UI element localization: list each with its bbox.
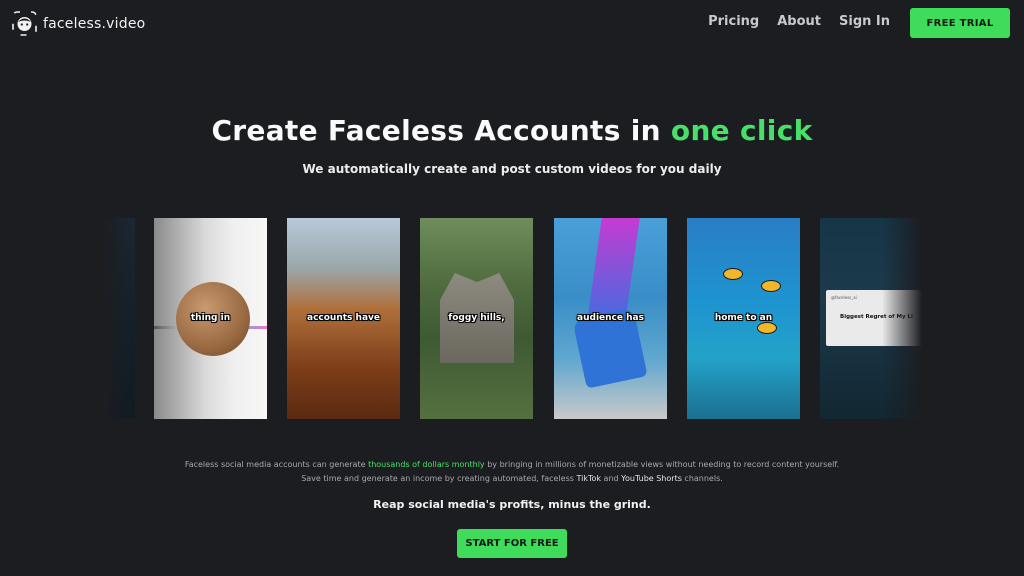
carousel-fade-left (102, 218, 142, 420)
nav-links: Pricing About Sign In (708, 14, 890, 29)
start-for-free-button[interactable]: START FOR FREE (457, 529, 567, 558)
top-nav: faceless.video Pricing About Sign In FRE… (0, 0, 1024, 46)
desc-part3: channels. (681, 474, 723, 483)
tagline: Reap social media's profits, minus the g… (373, 498, 651, 511)
desc-part1: Faceless social media accounts can gener… (184, 460, 369, 469)
nav-link-about[interactable]: About (777, 14, 821, 29)
video-caption: audience has (577, 313, 644, 323)
video-card-4[interactable]: audience has (554, 218, 667, 419)
logo-text: faceless.video (43, 15, 146, 32)
fish-shape (723, 268, 743, 280)
nav-link-pricing[interactable]: Pricing (708, 14, 759, 29)
video-carousel[interactable]: thing in accounts have foggy hills, audi… (102, 218, 922, 420)
video-card-3[interactable]: foggy hills, (420, 218, 533, 419)
hero-title: Create Faceless Accounts in one click (0, 114, 1024, 147)
free-trial-button[interactable]: FREE TRIAL (910, 8, 1010, 38)
desc-youtube: YouTube Shorts (621, 474, 682, 483)
desc-tiktok: TikTok (576, 474, 602, 483)
video-card-1[interactable]: thing in (154, 218, 267, 419)
video-caption: foggy hills, (448, 313, 505, 323)
video-card-2[interactable]: accounts have (287, 218, 400, 419)
video-card-5[interactable]: home to an (687, 218, 800, 419)
fish-shape (757, 322, 777, 334)
video-caption: thing in (190, 313, 231, 323)
desc-accent: thousands of dollars monthly (368, 460, 485, 469)
popup-username: @faceless_ai (831, 295, 857, 300)
hero-title-main: Create Faceless Accounts in (211, 114, 671, 147)
video-caption: home to an (714, 313, 773, 323)
logo[interactable]: faceless.video (12, 11, 145, 36)
carousel-fade-right (882, 218, 922, 420)
hero-title-accent: one click (670, 114, 813, 147)
fish-shape (761, 280, 781, 292)
nav-link-sign-in[interactable]: Sign In (839, 14, 890, 29)
desc-and: and (601, 474, 622, 483)
face-logo-icon (12, 11, 37, 36)
hero-subtitle: We automatically create and post custom … (302, 162, 722, 176)
video-caption: accounts have (307, 313, 380, 323)
description: Faceless social media accounts can gener… (180, 458, 844, 486)
